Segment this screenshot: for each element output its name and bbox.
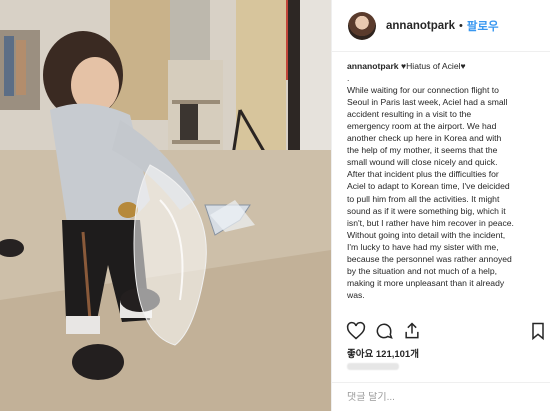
post-actions [346,321,546,343]
blurred-timestamp [347,363,399,370]
caption-first-line: annanotpark ♥Hiatus of Aciel♥ [347,60,547,72]
caption-line: was. [347,289,365,300]
caption-line: isn't, but I rather have him recover in … [347,217,514,228]
caption-line: Seoul in Paris last week, Aciel had a sm… [347,97,508,108]
caption-line: Without going into detail with the incid… [347,229,506,240]
share-icon[interactable] [402,321,422,341]
post-sidebar: annanotpark • 팔로우 annanotpark ♥Hiatus of… [331,0,550,411]
likes-count[interactable]: 좋아요 121,101개 [347,346,419,360]
black-heart-icon: ♥ [460,61,466,71]
comment-icon[interactable] [374,321,394,341]
caption-line: I'm lucky to have had my sister with me, [347,241,499,252]
caption-username[interactable]: annanotpark [347,61,399,71]
header-separator: • [459,19,463,32]
follow-button[interactable]: 팔로우 [467,18,499,34]
caption-line: small wound will close nicely and quick. [347,157,498,168]
caption-line: by the situation and not much of a help, [347,265,498,276]
caption-line: Aciel to adapt to Korean time, I've deic… [347,181,510,192]
comment-input[interactable] [347,391,537,403]
caption-line: the help of my mother, it seems that the [347,145,498,156]
caption-line: emergency room at the airport. We had [347,121,497,132]
caption-line: sound as if it were something big, which… [347,205,506,216]
avatar[interactable] [348,11,376,40]
heart-icon[interactable] [346,321,366,341]
header-username[interactable]: annanotpark [386,20,455,32]
caption-line: While waiting for our connection flight … [347,85,499,96]
instagram-post-frame: annanotpark • 팔로우 annanotpark ♥Hiatus of… [0,0,550,411]
caption-line: After that incident plus the difficultie… [347,169,499,180]
caption-line: another check up here in Korea and with [347,133,502,144]
likes-prefix: 좋아요 [347,349,374,360]
bookmark-icon[interactable] [528,321,548,341]
likes-number: 121,101개 [375,349,419,360]
photo-illustration [0,0,331,411]
caption-title: Hiatus of Aciel [406,61,461,71]
caption-line: making it more unpleasant than it alread… [347,277,505,288]
post-caption: annanotpark ♥Hiatus of Aciel♥ . While wa… [347,60,547,301]
caption-line: accident resulting in a visit to the [347,109,472,120]
caption-line: . [347,73,350,84]
post-header: annanotpark • 팔로우 [332,0,550,52]
post-photo [0,0,331,411]
caption-line: because the personnel was rather annoyed [347,253,512,264]
caption-line: to pull him from all the activities. It … [347,193,500,204]
comment-bar [332,382,550,411]
